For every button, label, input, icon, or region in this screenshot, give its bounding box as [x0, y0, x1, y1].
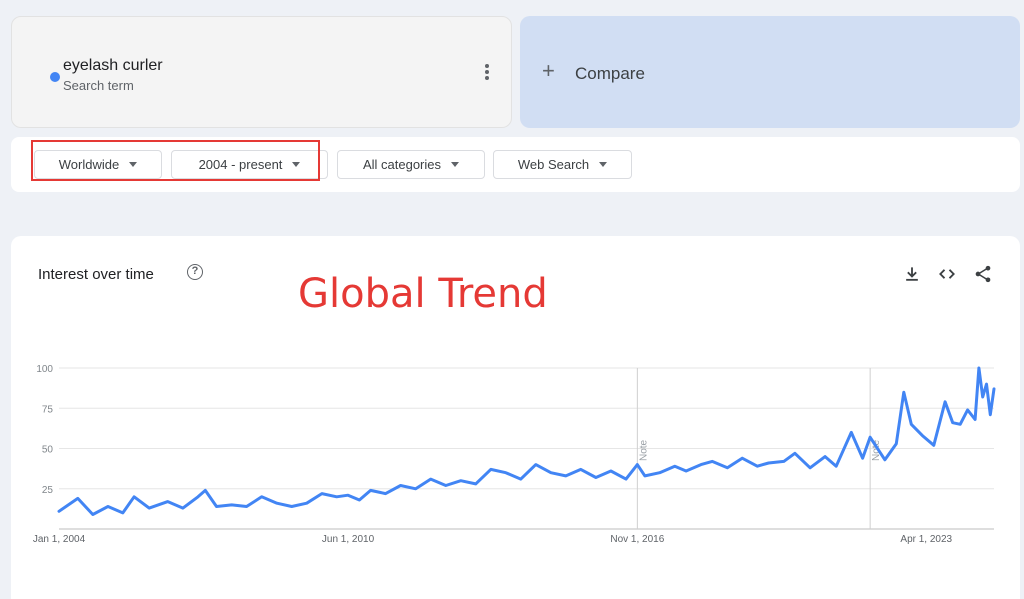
x-tick-label: Nov 1, 2016 — [610, 534, 664, 545]
search-type-dropdown[interactable]: Web Search — [493, 150, 632, 179]
region-dropdown[interactable]: Worldwide — [34, 150, 162, 179]
category-dropdown[interactable]: All categories — [337, 150, 485, 179]
embed-code-icon[interactable] — [937, 264, 957, 284]
more-vert-icon[interactable] — [479, 63, 495, 87]
compare-button[interactable]: + Compare — [520, 16, 1020, 128]
x-tick-label: Jun 1, 2010 — [322, 534, 375, 545]
time-range-dropdown[interactable]: 2004 - present — [171, 150, 328, 179]
dropdown-arrow-icon — [129, 162, 138, 167]
y-tick-label: 75 — [42, 404, 54, 415]
global-trend-annotation: Global Trend — [298, 271, 548, 317]
y-tick-label: 50 — [42, 445, 54, 456]
dropdown-arrow-icon — [451, 162, 460, 167]
share-icon[interactable] — [973, 264, 993, 284]
category-dropdown-label: All categories — [362, 157, 442, 172]
y-tick-label: 25 — [42, 485, 54, 496]
dropdown-arrow-icon — [599, 162, 608, 167]
download-icon[interactable] — [902, 264, 922, 284]
note-label: Note — [638, 439, 649, 461]
x-tick-label: Jan 1, 2004 — [33, 534, 86, 545]
search-term-color-dot — [50, 72, 60, 82]
region-dropdown-label: Worldwide — [58, 157, 120, 172]
search-type-dropdown-label: Web Search — [517, 157, 590, 172]
compare-label: Compare — [575, 64, 645, 83]
interest-over-time-card: 25 50 75 100 Note Note Jan 1, 2004 Jun 1, 2010 N… — [11, 236, 1020, 599]
x-tick-label: Apr 1, 2023 — [900, 534, 952, 545]
dropdown-arrow-icon — [292, 162, 301, 167]
search-term-name[interactable]: eyelash curler — [63, 57, 163, 75]
y-tick-label: 100 — [36, 364, 53, 375]
filter-bar: Worldwide 2004 - present All categories … — [11, 137, 1020, 192]
search-term-subtitle: Search term — [63, 78, 134, 93]
plus-icon: + — [542, 58, 555, 83]
time-range-dropdown-label: 2004 - present — [198, 157, 283, 172]
search-term-card[interactable]: eyelash curler Search term — [11, 16, 512, 128]
trend-series-line — [57, 366, 996, 516]
help-circle-icon[interactable]: ? — [187, 264, 203, 280]
chart-title: Interest over time — [38, 266, 154, 283]
